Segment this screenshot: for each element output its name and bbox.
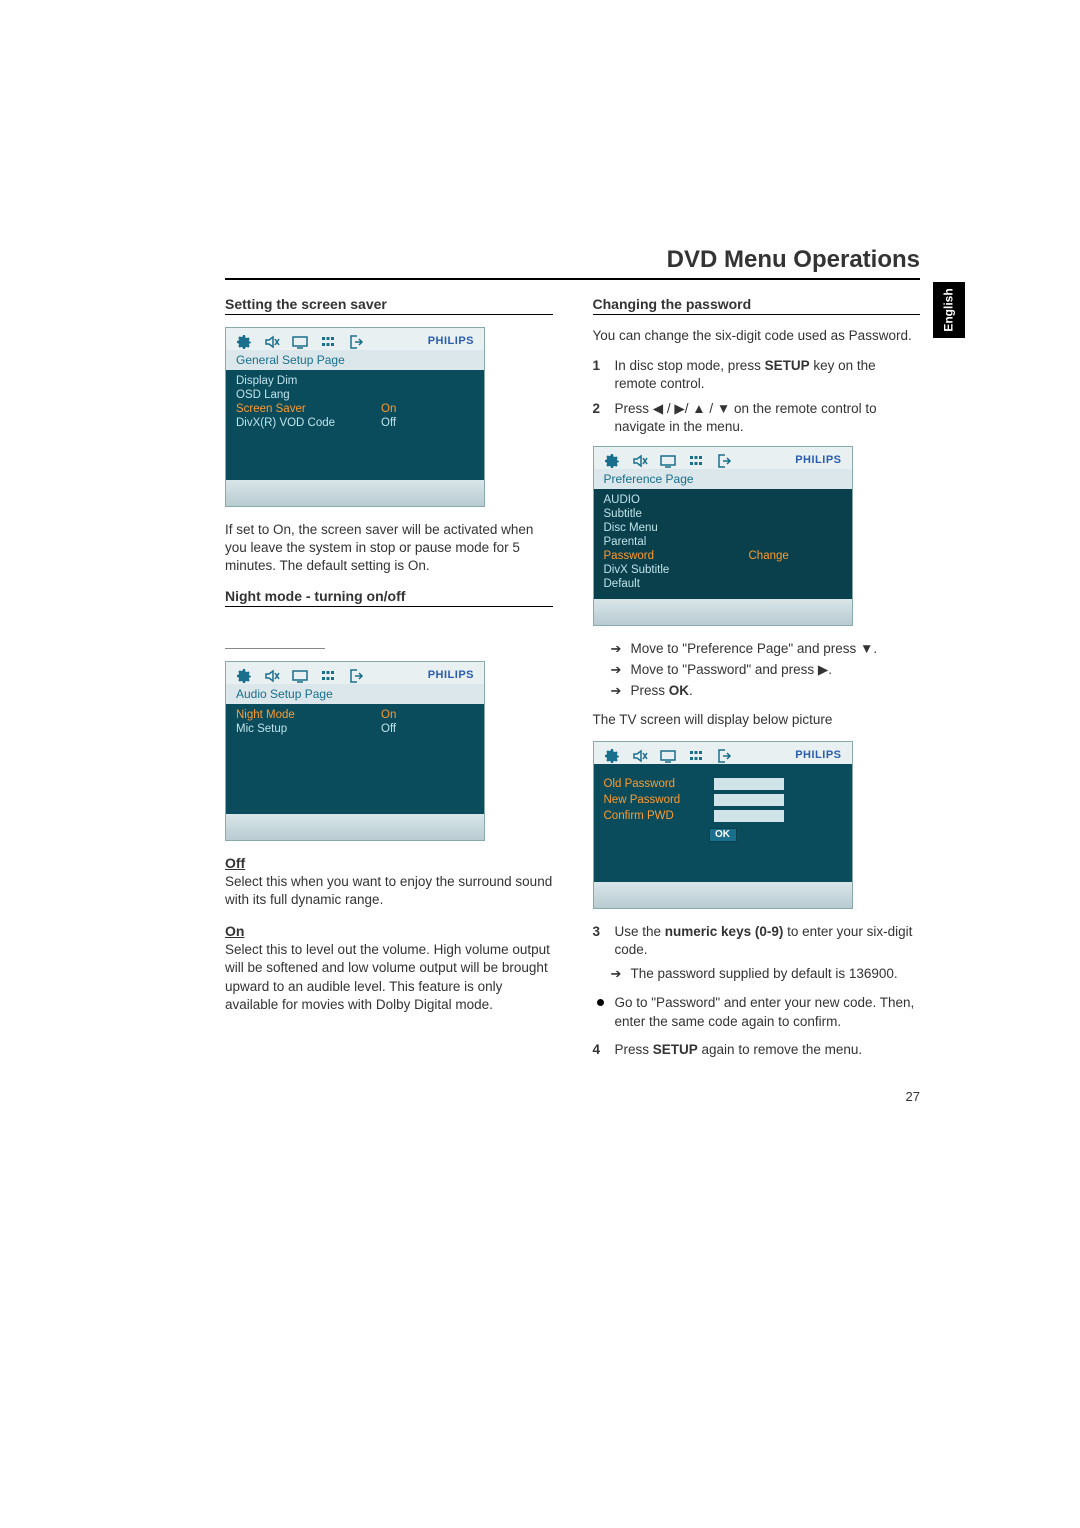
- gear-icon: [604, 453, 620, 467]
- osd-menu-row: Subtitle: [594, 507, 852, 521]
- screensaver-paragraph: If set to On, the screen saver will be a…: [225, 521, 553, 576]
- speaker-mute-icon: [264, 668, 280, 682]
- dot-list: Go to "Password" and enter your new code…: [593, 994, 921, 1030]
- tv-display-text: The TV screen will display below picture: [593, 711, 921, 729]
- password-field[interactable]: [714, 810, 784, 822]
- osd-menu-row: OSD Lang: [226, 388, 484, 402]
- dot-item: Go to "Password" and enter your new code…: [593, 994, 921, 1030]
- screen-icon: [660, 748, 676, 762]
- osd-general-setup: PHILIPS General Setup Page Display DimOS…: [225, 327, 485, 507]
- arrow-item: Move to "Preference Page" and press ▼.: [611, 640, 921, 659]
- brand-label: PHILIPS: [428, 335, 474, 347]
- grid-icon: [320, 334, 336, 348]
- heading-screen-saver: Setting the screen saver: [225, 296, 553, 315]
- option-on-text: Select this to level out the volume. Hig…: [225, 941, 553, 1014]
- gear-icon: [604, 748, 620, 762]
- option-on-label: On: [225, 923, 553, 939]
- heading-night-mode: Night mode - turning on/off: [225, 588, 553, 607]
- steps-list-b: 3Use the numeric keys (0-9) to enter you…: [593, 923, 921, 959]
- osd-password-entry: PHILIPS Old Password New Password Confirm …: [593, 741, 853, 909]
- osd-page-name: Audio Setup Page: [226, 684, 484, 704]
- osd-menu-row: Display Dim: [226, 374, 484, 388]
- gear-icon: [236, 334, 252, 348]
- osd-menu-row: Disc Menu: [594, 521, 852, 535]
- password-row: Old Password: [604, 778, 842, 790]
- exit-icon: [348, 334, 364, 348]
- step-item: 4Press SETUP again to remove the menu.: [593, 1041, 921, 1059]
- osd-menu-row: Parental: [594, 535, 852, 549]
- osd-menu: Display DimOSD LangScreen SaverOnDivX(R)…: [226, 370, 484, 480]
- step-item: 2Press ◀ / ▶/ ▲ / ▼ on the remote contro…: [593, 400, 921, 436]
- arrow-item: The password supplied by default is 1369…: [611, 965, 921, 984]
- password-field[interactable]: [714, 778, 784, 790]
- osd-menu-row: Mic SetupOff: [226, 722, 484, 736]
- ok-button[interactable]: OK: [709, 828, 737, 842]
- arrow-list-b: The password supplied by default is 1369…: [611, 965, 921, 984]
- speaker-mute-icon: [632, 748, 648, 762]
- arrow-list-a: Move to "Preference Page" and press ▼. Mo…: [611, 640, 921, 701]
- password-row: New Password: [604, 794, 842, 806]
- password-intro: You can change the six-digit code used a…: [593, 327, 921, 345]
- right-column: Changing the password You can change the…: [593, 290, 921, 1104]
- osd-menu-row: PasswordChange: [594, 549, 852, 563]
- heading-changing-password: Changing the password: [593, 296, 921, 315]
- screen-icon: [292, 668, 308, 682]
- speaker-mute-icon: [632, 453, 648, 467]
- gear-icon: [236, 668, 252, 682]
- osd-menu-row: Default: [594, 577, 852, 591]
- exit-icon: [716, 748, 732, 762]
- brand-label: PHILIPS: [428, 669, 474, 681]
- password-row: Confirm PWD: [604, 810, 842, 822]
- exit-icon: [348, 668, 364, 682]
- password-field[interactable]: [714, 794, 784, 806]
- arrow-item: Move to "Password" and press ▶.: [611, 661, 921, 680]
- osd-page-name: General Setup Page: [226, 350, 484, 370]
- option-off-text: Select this when you want to enjoy the s…: [225, 873, 553, 909]
- grid-icon: [688, 453, 704, 467]
- osd-audio-setup: PHILIPS Audio Setup Page Night ModeOnMic…: [225, 661, 485, 841]
- password-box: Old Password New Password Confirm PWD OK: [594, 764, 852, 882]
- brand-label: PHILIPS: [795, 749, 841, 761]
- step-item: 3Use the numeric keys (0-9) to enter you…: [593, 923, 921, 959]
- osd-menu-row: Screen SaverOn: [226, 402, 484, 416]
- screen-icon: [292, 334, 308, 348]
- page-title: DVD Menu Operations: [225, 246, 920, 280]
- page-number: 27: [593, 1089, 921, 1104]
- option-off-label: Off: [225, 855, 553, 871]
- arrow-item: Press OK.: [611, 682, 921, 701]
- language-tab: English: [933, 282, 965, 338]
- osd-menu-row: AUDIO: [594, 493, 852, 507]
- osd-menu-row: Night ModeOn: [226, 708, 484, 722]
- osd-preference-page: PHILIPS Preference Page AUDIOSubtitleDis…: [593, 446, 853, 626]
- step-item: 1In disc stop mode, press SETUP key on t…: [593, 357, 921, 393]
- grid-icon: [688, 748, 704, 762]
- osd-menu-row: DivX(R) VOD CodeOff: [226, 416, 484, 430]
- grid-icon: [320, 668, 336, 682]
- osd-page-name: Preference Page: [594, 469, 852, 489]
- osd-menu: Night ModeOnMic SetupOff: [226, 704, 484, 814]
- steps-list-c: 4Press SETUP again to remove the menu.: [593, 1041, 921, 1059]
- exit-icon: [716, 453, 732, 467]
- speaker-mute-icon: [264, 334, 280, 348]
- left-column: Setting the screen saver: [225, 290, 553, 1104]
- osd-menu: AUDIOSubtitleDisc MenuParentalPasswordCh…: [594, 489, 852, 599]
- screen-icon: [660, 453, 676, 467]
- steps-list-a: 1In disc stop mode, press SETUP key on t…: [593, 357, 921, 436]
- brand-label: PHILIPS: [795, 454, 841, 466]
- osd-menu-row: DivX Subtitle: [594, 563, 852, 577]
